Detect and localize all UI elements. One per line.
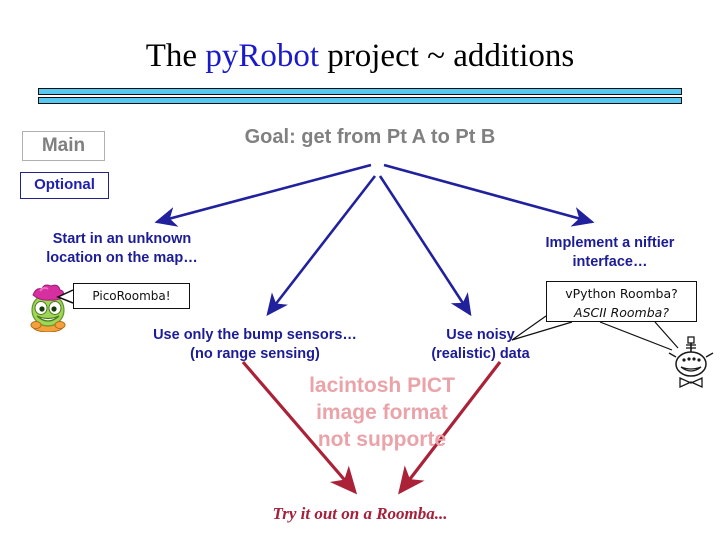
callout-vpython-roomba: vPython Roomba? ASCII Roomba? — [546, 281, 697, 322]
pico-callout-tail — [56, 289, 679, 351]
callout-pico-roomba: PicoRoomba! — [73, 283, 190, 309]
callout-vpython-line2: ASCII Roomba? — [574, 305, 669, 320]
broken-image-line1: lacintosh PICT — [309, 374, 455, 397]
cta-text: Try it out on a Roomba... — [272, 504, 448, 523]
broken-image-line2: image format — [316, 401, 448, 424]
callout-vpython-line1: vPython Roomba? — [565, 286, 678, 301]
robot-icon — [668, 336, 714, 388]
broken-image-placeholder: lacintosh PICT image format not supporte — [282, 372, 482, 453]
broken-image-line3: not supporte — [317, 428, 447, 451]
slide-canvas: The pyRobot project ~ additions Main Opt… — [0, 0, 720, 540]
